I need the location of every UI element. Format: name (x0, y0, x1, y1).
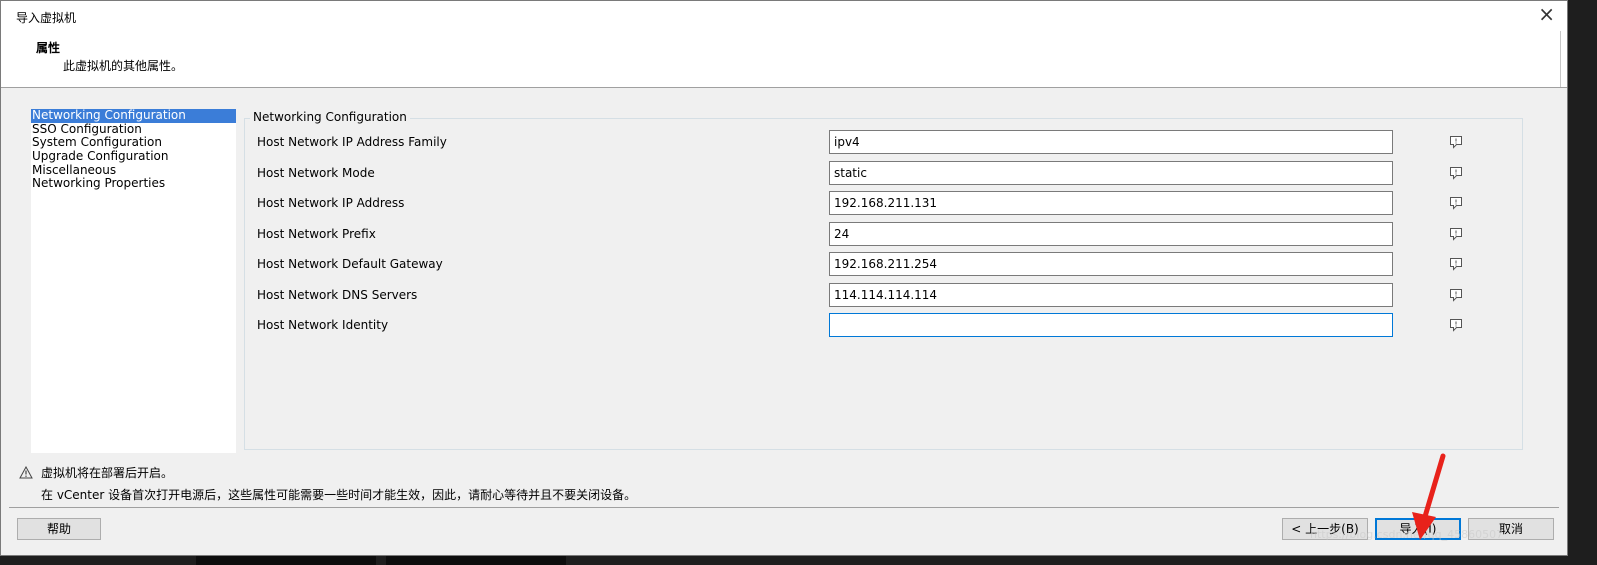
property-row: Host Network Default Gateway (244, 251, 1523, 277)
taskbar-item (196, 556, 376, 565)
network-prefix-field[interactable] (829, 221, 1393, 246)
sidebar-item-upgrade-configuration[interactable]: Upgrade Configuration (31, 149, 236, 164)
comment-info-icon[interactable] (1449, 135, 1463, 149)
property-label: Host Network IP Address (257, 196, 405, 210)
comment-info-icon[interactable] (1449, 196, 1463, 210)
category-list[interactable]: Networking Configuration SSO Configurati… (31, 108, 236, 453)
dns-servers-field[interactable] (829, 282, 1393, 307)
default-gateway-field[interactable] (829, 252, 1393, 276)
property-row: Host Network IP Address Family (244, 129, 1523, 155)
comment-info-icon[interactable] (1449, 166, 1463, 180)
import-vm-dialog: 导入虚拟机 × 属性 此虚拟机的其他属性。 Networking Configu… (0, 0, 1568, 556)
page-header: 属性 此虚拟机的其他属性。 (1, 31, 1567, 88)
property-label: Host Network Mode (257, 165, 375, 180)
property-row: Host Network IP Address (244, 190, 1523, 216)
property-row: Host Network DNS Servers (244, 282, 1523, 308)
property-row: Host Network Prefix (244, 221, 1523, 247)
page-title: 属性 (36, 41, 61, 55)
warning-triangle-icon (19, 466, 33, 479)
footer-divider (9, 507, 1559, 508)
title-bar: 导入虚拟机 × (1, 1, 1567, 31)
network-identity-field[interactable] (829, 313, 1393, 337)
comment-info-icon[interactable] (1449, 318, 1463, 332)
sidebar-item-sso-configuration[interactable]: SSO Configuration (31, 122, 236, 137)
property-label: Host Network Prefix (257, 226, 376, 241)
red-arrow-annotation (1412, 453, 1446, 540)
property-label: Host Network IP Address Family (257, 135, 447, 149)
property-label: Host Network DNS Servers (257, 287, 418, 302)
sidebar-item-system-configuration[interactable]: System Configuration (31, 136, 236, 150)
sidebar-item-networking-properties[interactable]: Networking Properties (31, 177, 236, 191)
comment-info-icon[interactable] (1449, 257, 1463, 271)
properties-panel: Networking Configuration Host Network IP… (244, 109, 1525, 453)
header-divider (1560, 31, 1561, 87)
sidebar-item-networking-configuration[interactable]: Networking Configuration (31, 108, 236, 123)
taskbar-strip (0, 556, 1597, 565)
network-mode-field[interactable] (829, 160, 1393, 185)
page-subtitle: 此虚拟机的其他属性。 (63, 59, 184, 73)
ip-address-field[interactable] (829, 191, 1393, 215)
taskbar-item (386, 556, 566, 565)
property-label: Host Network Default Gateway (257, 257, 443, 271)
comment-info-icon[interactable] (1449, 227, 1463, 241)
ip-address-family-field[interactable] (829, 130, 1393, 154)
desktop-background (1568, 0, 1597, 565)
comment-info-icon[interactable] (1449, 288, 1463, 302)
sidebar-item-miscellaneous[interactable]: Miscellaneous (31, 163, 236, 178)
warning-detail: 在 vCenter 设备首次打开电源后，这些属性可能需要一些时间才能生效，因此，… (41, 488, 637, 502)
close-icon[interactable]: × (1538, 4, 1555, 24)
group-legend: Networking Configuration (250, 110, 410, 124)
property-row: Host Network Identity (244, 312, 1523, 338)
window-title: 导入虚拟机 (16, 11, 77, 25)
warning-title: 虚拟机将在部署后开启。 (41, 466, 174, 480)
property-label: Host Network Identity (257, 318, 389, 332)
help-button[interactable]: 帮助 (17, 518, 101, 540)
property-row: Host Network Mode (244, 160, 1523, 186)
